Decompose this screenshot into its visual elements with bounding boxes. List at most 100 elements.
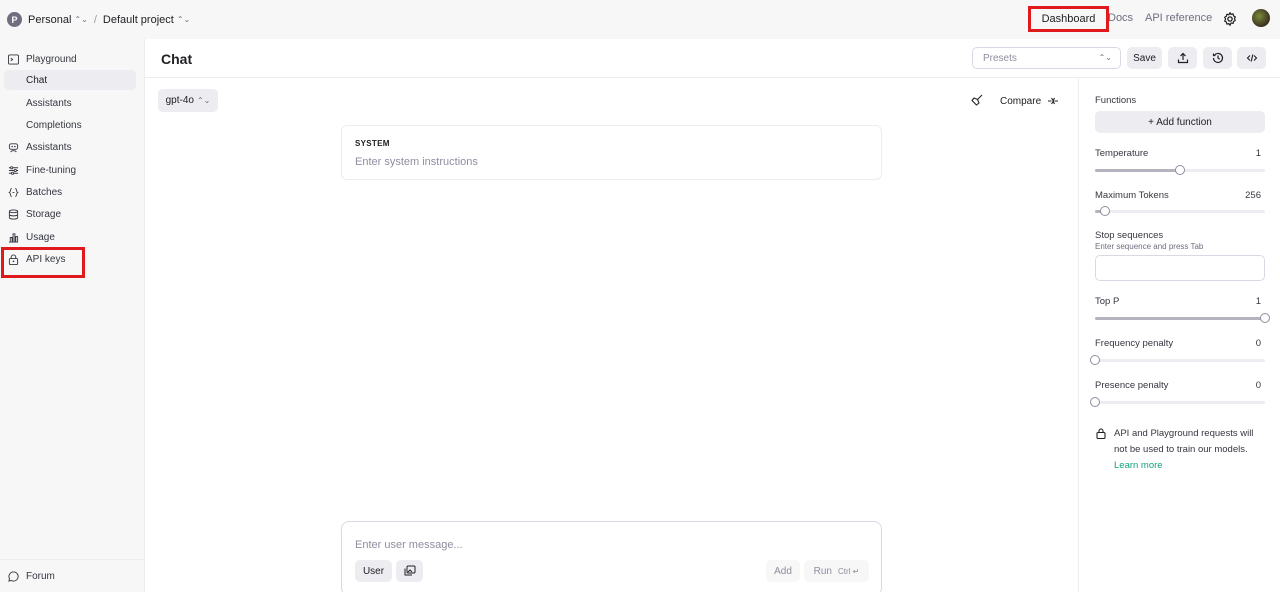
system-label: SYSTEM (355, 139, 390, 148)
presence-penalty-label: Presence penalty (1095, 380, 1169, 391)
share-button[interactable] (1168, 47, 1197, 69)
sidebar-item-label: Completions (26, 119, 82, 131)
system-instructions-card[interactable]: SYSTEM Enter system instructions (341, 125, 882, 180)
presence-penalty-value[interactable]: 0 (1256, 380, 1261, 391)
sliders-icon (8, 165, 19, 175)
role-toggle-button[interactable]: User (355, 560, 392, 582)
presets-select[interactable]: Presets ⌃⌄ (972, 47, 1121, 69)
system-instructions-input[interactable]: Enter system instructions (355, 156, 478, 168)
slider-handle[interactable] (1100, 206, 1111, 216)
broom-icon[interactable] (971, 94, 983, 106)
docs-link[interactable]: Docs (1108, 12, 1133, 24)
robot-icon (8, 142, 19, 152)
api-reference-link[interactable]: API reference (1145, 12, 1212, 24)
chat-bubble-icon (8, 570, 19, 582)
sidebar-item-label: Forum (26, 570, 55, 582)
privacy-notice: API and Playground requests will not be … (1114, 426, 1269, 474)
org-avatar[interactable]: P (7, 12, 22, 27)
compare-label: Compare (1000, 95, 1042, 107)
slider-handle[interactable] (1175, 165, 1185, 175)
braces-icon (8, 187, 19, 197)
page-title: Chat (161, 51, 193, 67)
model-select[interactable]: gpt-4o ⌃⌄ (158, 89, 218, 112)
top-p-label: Top P (1095, 296, 1120, 307)
stop-sequences-hint: Enter sequence and press Tab (1095, 242, 1204, 251)
code-icon (1246, 54, 1257, 62)
sidebar-item-label: Storage (26, 208, 62, 220)
attach-image-button[interactable] (396, 560, 423, 582)
temperature-slider[interactable] (1095, 165, 1265, 175)
bar-chart-icon (8, 232, 19, 243)
frequency-penalty-value[interactable]: 0 (1256, 338, 1261, 349)
sidebar-item-label: Fine-tuning (26, 164, 77, 176)
slider-handle[interactable] (1090, 355, 1100, 365)
sidebar-footer: Forum (0, 559, 144, 592)
slider-handle[interactable] (1260, 313, 1270, 323)
settings-panel: Functions + Add function Temperature 1 M… (1078, 78, 1280, 592)
org-name: Personal (28, 13, 72, 26)
chevron-updown-icon: ⌃⌄ (176, 14, 191, 24)
top-p-value[interactable]: 1 (1256, 296, 1261, 307)
dashboard-link[interactable]: Dashboard (1028, 6, 1109, 32)
sidebar: Playground Chat Assistants Completions A… (0, 39, 145, 592)
functions-label: Functions (1095, 95, 1137, 106)
chevron-updown-icon: ⌃⌄ (196, 95, 211, 105)
frequency-penalty-label: Frequency penalty (1095, 338, 1174, 349)
user-avatar[interactable] (1252, 9, 1270, 27)
slider-handle[interactable] (1090, 397, 1100, 407)
sidebar-item-label: Chat (26, 74, 48, 86)
breadcrumb-separator: / (93, 13, 97, 26)
run-button[interactable]: Run Ctrl ↵ (804, 560, 869, 582)
sidebar-item-label: Batches (26, 186, 63, 198)
temperature-label: Temperature (1095, 148, 1149, 159)
sidebar-subitem-completions[interactable]: Completions (26, 115, 82, 135)
sidebar-item-usage[interactable]: Usage (8, 227, 55, 247)
chevron-updown-icon: ⌃⌄ (1098, 53, 1112, 62)
dashboard-label: Dashboard (1038, 13, 1099, 25)
message-composer: Enter user message... User Add Run Ctrl … (341, 521, 882, 592)
slider-fill (1095, 169, 1180, 172)
images-icon (404, 565, 415, 576)
sidebar-subitem-assistants[interactable]: Assistants (26, 93, 72, 113)
learn-more-link[interactable]: Learn more (1114, 460, 1163, 471)
temperature-value[interactable]: 1 (1256, 148, 1261, 159)
sidebar-subitem-chat[interactable]: Chat (4, 70, 136, 90)
history-icon (1212, 52, 1223, 64)
top-p-slider[interactable] (1095, 313, 1270, 323)
sidebar-item-fine-tuning[interactable]: Fine-tuning (8, 160, 76, 180)
history-button[interactable] (1203, 47, 1232, 69)
upload-icon (1177, 52, 1188, 64)
highlight-box (1, 247, 85, 278)
lock-icon (1096, 428, 1106, 439)
compare-button[interactable]: Compare (1000, 95, 1059, 107)
terminal-icon (8, 53, 19, 65)
stop-sequences-label: Stop sequences (1095, 230, 1164, 241)
view-code-button[interactable] (1237, 47, 1266, 69)
sidebar-item-storage[interactable]: Storage (8, 204, 61, 224)
user-message-input[interactable]: Enter user message... (355, 539, 463, 551)
sidebar-item-forum[interactable]: Forum (8, 566, 55, 586)
sidebar-item-assistants[interactable]: Assistants (8, 137, 72, 157)
save-button[interactable]: Save (1127, 47, 1162, 69)
sidebar-item-batches[interactable]: Batches (8, 182, 62, 202)
project-name: Default project (102, 13, 174, 26)
sidebar-item-label: Playground (26, 53, 77, 65)
project-switcher[interactable]: Default project ⌃⌄ (103, 14, 190, 26)
privacy-notice-text: API and Playground requests will not be … (1114, 428, 1254, 455)
gear-icon[interactable] (1222, 11, 1238, 27)
presets-placeholder: Presets (983, 52, 1017, 64)
max-tokens-value[interactable]: 256 (1245, 190, 1261, 201)
presence-penalty-slider[interactable] (1090, 397, 1265, 407)
sidebar-item-playground[interactable]: Playground (8, 49, 77, 69)
add-function-button[interactable]: + Add function (1095, 111, 1265, 133)
frequency-penalty-slider[interactable] (1090, 355, 1265, 365)
max-tokens-label: Maximum Tokens (1095, 190, 1169, 201)
org-switcher[interactable]: Personal ⌃⌄ (28, 14, 88, 26)
model-name: gpt-4o (165, 95, 194, 106)
max-tokens-slider[interactable] (1095, 206, 1265, 216)
slider-fill (1095, 317, 1265, 320)
stop-sequences-input[interactable] (1095, 255, 1265, 281)
add-message-button[interactable]: Add (766, 560, 800, 582)
chevron-updown-icon: ⌃⌄ (74, 14, 88, 24)
compare-icon (1048, 97, 1059, 105)
